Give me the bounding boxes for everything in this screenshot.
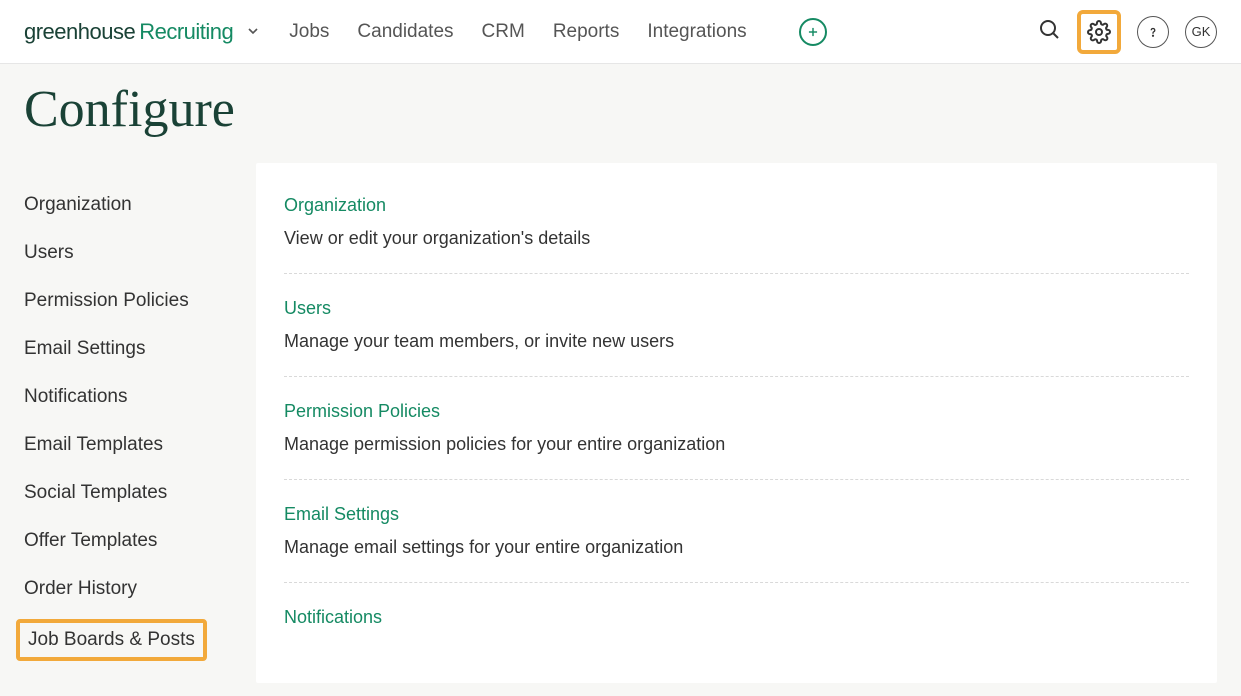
panel-row-organization: Organization View or edit your organizat… (284, 191, 1189, 274)
sidebar-item-social-templates[interactable]: Social Templates (24, 469, 256, 517)
sidebar-item-job-boards-posts[interactable]: Job Boards & Posts (28, 629, 195, 651)
panel-row-email-settings: Email Settings Manage email settings for… (284, 480, 1189, 583)
panel-row-permission-policies: Permission Policies Manage permission po… (284, 377, 1189, 480)
nav-crm[interactable]: CRM (482, 21, 525, 43)
main-panel: Organization View or edit your organizat… (256, 163, 1217, 683)
panel-desc-users: Manage your team members, or invite new … (284, 331, 1189, 352)
sidebar-item-organization[interactable]: Organization (24, 181, 256, 229)
brand-word2: Recruiting (139, 19, 233, 45)
panel-title-permission-policies[interactable]: Permission Policies (284, 401, 1189, 422)
panel-row-notifications: Notifications (284, 583, 1189, 628)
nav-reports[interactable]: Reports (553, 21, 620, 43)
panel-title-organization[interactable]: Organization (284, 195, 1189, 216)
brand-switcher[interactable]: greenhouse Recruiting (24, 19, 261, 45)
panel-desc-permission-policies: Manage permission policies for your enti… (284, 434, 1189, 455)
avatar-initials: GK (1192, 24, 1211, 39)
avatar[interactable]: GK (1185, 16, 1217, 48)
panel-row-users: Users Manage your team members, or invit… (284, 274, 1189, 377)
search-icon[interactable] (1037, 17, 1061, 46)
top-nav: greenhouse Recruiting Jobs Candidates CR… (0, 0, 1241, 64)
sidebar: Organization Users Permission Policies E… (24, 163, 256, 683)
nav-items: Jobs Candidates CRM Reports Integrations (289, 18, 826, 46)
gear-icon[interactable] (1083, 16, 1115, 48)
help-icon[interactable] (1137, 16, 1169, 48)
sidebar-item-permission-policies[interactable]: Permission Policies (24, 277, 256, 325)
sidebar-item-email-settings[interactable]: Email Settings (24, 325, 256, 373)
panel-title-users[interactable]: Users (284, 298, 1189, 319)
gear-highlight (1077, 10, 1121, 54)
panel-desc-email-settings: Manage email settings for your entire or… (284, 537, 1189, 558)
panel-desc-organization: View or edit your organization's details (284, 228, 1189, 249)
add-button[interactable] (799, 18, 827, 46)
nav-candidates[interactable]: Candidates (357, 21, 453, 43)
sidebar-item-order-history[interactable]: Order History (24, 565, 256, 613)
brand-word1: greenhouse (24, 19, 135, 45)
sidebar-highlight: Job Boards & Posts (16, 619, 207, 661)
sidebar-item-users[interactable]: Users (24, 229, 256, 277)
page-title: Configure (0, 64, 1241, 163)
nav-jobs[interactable]: Jobs (289, 21, 329, 43)
content: Organization Users Permission Policies E… (0, 163, 1241, 683)
nav-integrations[interactable]: Integrations (647, 21, 746, 43)
sidebar-item-offer-templates[interactable]: Offer Templates (24, 517, 256, 565)
panel-title-email-settings[interactable]: Email Settings (284, 504, 1189, 525)
sidebar-item-email-templates[interactable]: Email Templates (24, 421, 256, 469)
sidebar-item-notifications[interactable]: Notifications (24, 373, 256, 421)
top-right: GK (1037, 10, 1217, 54)
chevron-down-icon (245, 23, 261, 39)
panel-title-notifications[interactable]: Notifications (284, 607, 1189, 628)
